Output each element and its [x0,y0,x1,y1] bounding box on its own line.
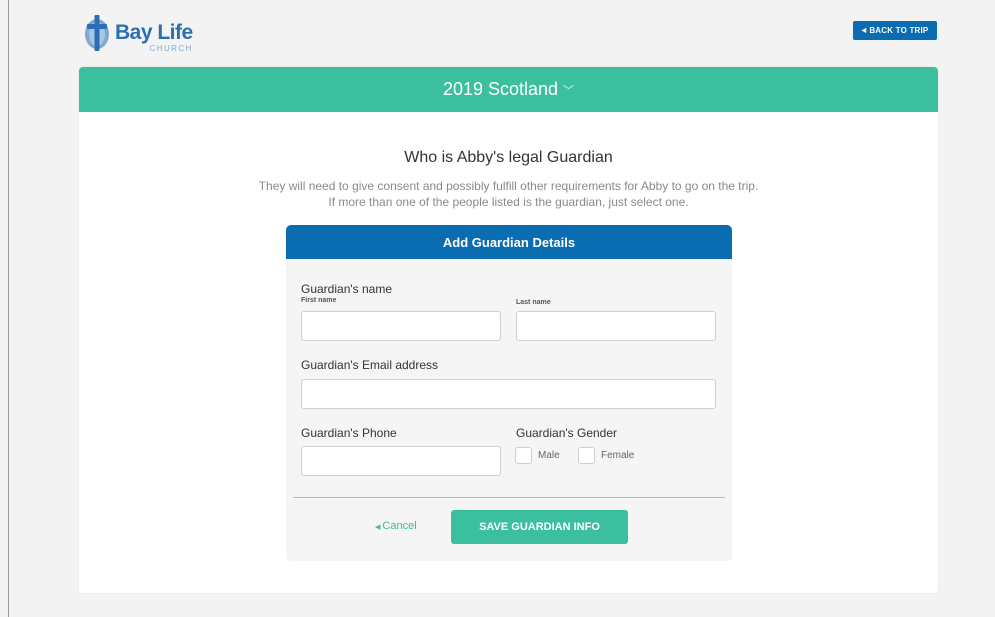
back-to-trip-button[interactable]: ◀ BACK TO TRIP [853,21,937,40]
cancel-link[interactable]: ◀ Cancel [375,520,417,532]
chevron-down-icon: ﹀ [563,84,575,97]
gender-label: Guardian's Gender [516,426,618,440]
form-divider [293,497,725,498]
gender-male-checkbox[interactable] [515,447,532,464]
phone-label: Guardian's Phone [301,426,397,440]
window-edge [8,0,9,617]
cancel-label: Cancel [382,520,417,532]
gender-female-label: Female [601,450,635,461]
last-name-label: Last name [516,299,551,306]
email-label: Guardian's Email address [301,358,439,372]
cross-logo-icon [85,15,109,51]
gender-female-checkbox[interactable] [578,447,595,464]
first-name-label: First name [301,297,337,304]
church-logo[interactable]: Bay Life CHURCH [82,10,193,56]
brand-name: Bay Life [115,21,193,44]
guardian-name-label: Guardian's name [301,282,393,296]
intro-text-line-1: They will need to give consent and possi… [258,179,759,193]
chevron-left-icon: ◀ [375,524,381,531]
trip-selector[interactable]: 2019 Scotland ﹀ [79,67,938,112]
intro-text-line-2: If more than one of the people listed is… [328,195,689,209]
last-name-input[interactable] [516,311,716,341]
email-input[interactable] [301,379,716,409]
first-name-input[interactable] [301,311,501,341]
brand-subtitle: CHURCH [149,44,193,53]
form-title: Add Guardian Details [286,225,732,259]
save-guardian-button[interactable]: SAVE GUARDIAN INFO [451,510,628,544]
trip-title: 2019 Scotland [442,79,559,99]
back-to-trip-label: BACK TO TRIP [869,26,929,35]
page-heading: Who is Abby's legal Guardian [404,149,613,166]
phone-input[interactable] [301,446,501,476]
gender-male-label: Male [538,450,560,461]
chevron-left-icon: ◀ [861,28,867,34]
guardian-form-panel: Add Guardian Details Guardian's name Fir… [286,225,732,561]
main-card: 2019 Scotland ﹀ Who is Abby's legal Guar… [79,67,938,593]
